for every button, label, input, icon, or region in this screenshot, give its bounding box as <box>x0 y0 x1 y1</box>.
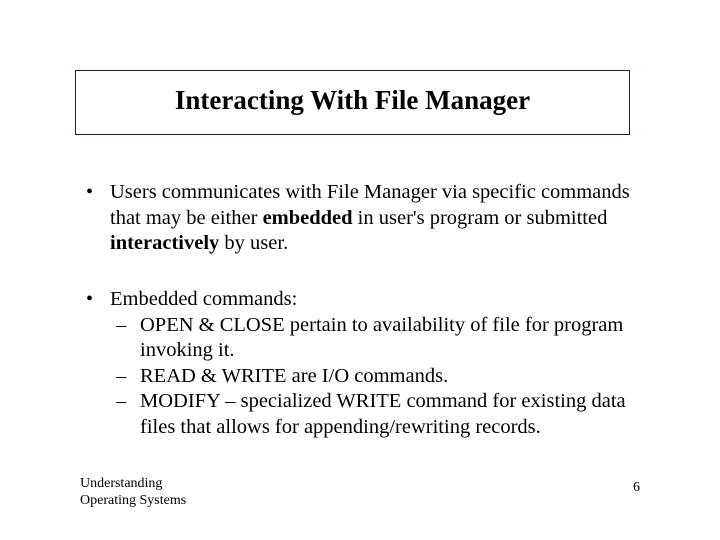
page-number: 6 <box>633 480 640 496</box>
text-bold: interactively <box>110 232 219 254</box>
title-box: Interacting With File Manager <box>75 70 630 135</box>
content-area: Users communicates with File Manager via… <box>80 180 645 471</box>
sub-bullet-3: MODIFY – specialized WRITE command for e… <box>110 389 645 440</box>
footer-line-2: Operating Systems <box>80 493 186 510</box>
footer-line-1: Understanding <box>80 476 186 493</box>
slide-title: Interacting With File Manager <box>86 85 619 116</box>
text: MODIFY – specialized WRITE command for e… <box>140 390 626 438</box>
bullet-list: Users communicates with File Manager via… <box>80 180 645 441</box>
sub-bullet-2: READ & WRITE are I/O commands. <box>110 364 645 390</box>
text: by user. <box>219 232 288 254</box>
bullet-1: Users communicates with File Manager via… <box>80 180 645 257</box>
text: in user's program or submitted <box>353 207 608 229</box>
bullet-2: Embedded commands: OPEN & CLOSE pertain … <box>80 287 645 441</box>
text-bold: embedded <box>263 207 353 229</box>
slide: Interacting With File Manager Users comm… <box>0 0 720 540</box>
sub-bullet-list: OPEN & CLOSE pertain to availability of … <box>110 313 645 441</box>
text: OPEN & CLOSE pertain to availability of … <box>140 314 623 362</box>
text: Embedded commands: <box>110 288 297 310</box>
footer-left: Understanding Operating Systems <box>80 476 186 510</box>
sub-bullet-1: OPEN & CLOSE pertain to availability of … <box>110 313 645 364</box>
text: READ & WRITE are I/O commands. <box>140 365 448 387</box>
